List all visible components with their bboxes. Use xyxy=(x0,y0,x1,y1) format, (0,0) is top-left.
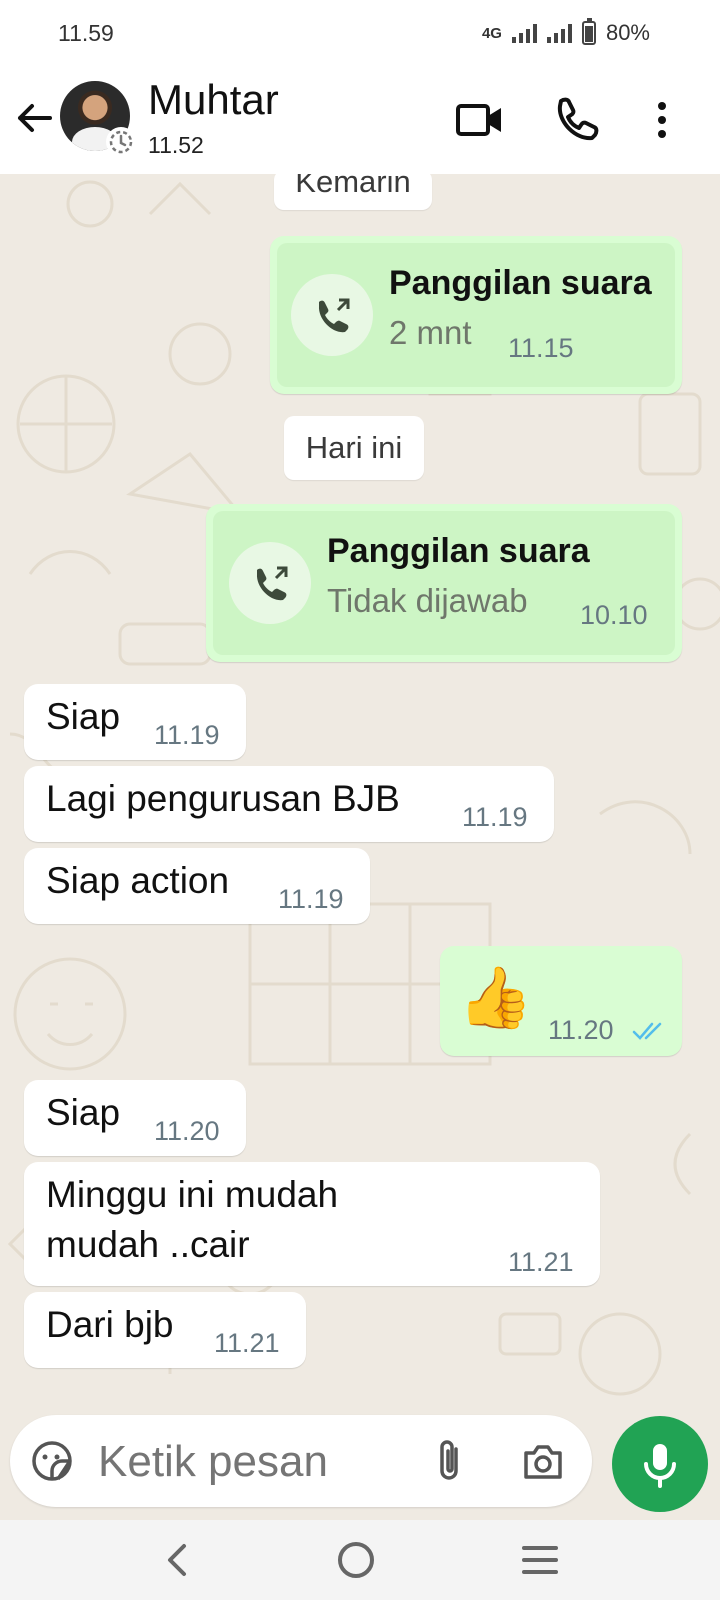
voice-record-button[interactable] xyxy=(612,1416,708,1512)
date-chip-yesterday: Kemarin xyxy=(274,174,432,210)
message-time: 11.19 xyxy=(278,884,344,914)
contact-name[interactable]: Muhtar xyxy=(148,76,279,124)
status-bar: 11.59 4G 80% xyxy=(0,0,720,68)
call-duration: 2 mnt xyxy=(389,314,472,351)
date-chip-label: Kemarin xyxy=(295,174,411,199)
message-input[interactable] xyxy=(96,1433,400,1491)
outgoing-message[interactable]: 👍 11.20 xyxy=(440,946,682,1056)
message-time: 11.19 xyxy=(154,720,220,750)
status-indicators: 4G 80% xyxy=(481,18,650,46)
system-nav-bar xyxy=(0,1520,720,1600)
call-title: Panggilan suara xyxy=(327,532,590,570)
message-text: Siap xyxy=(46,1092,121,1133)
signal-icon xyxy=(546,23,572,43)
sticker-icon[interactable] xyxy=(30,1439,74,1483)
contact-last-seen: 11.52 xyxy=(148,132,204,158)
chat-header: Muhtar 11.52 xyxy=(0,68,720,174)
message-time: 11.20 xyxy=(154,1116,220,1146)
signal-icon xyxy=(511,23,537,43)
call-icon-circle xyxy=(229,542,311,624)
call-title: Panggilan suara xyxy=(389,264,652,302)
incoming-message[interactable]: Lagi pengurusan BJB 11.19 xyxy=(24,766,554,842)
message-text: Siap xyxy=(46,696,121,737)
battery-icon xyxy=(581,18,596,45)
call-outgoing-icon xyxy=(256,566,288,601)
message-composer xyxy=(10,1415,592,1507)
message-time: 10.10 xyxy=(580,600,648,630)
date-chip-today: Hari ini xyxy=(284,416,424,480)
voice-call-icon[interactable] xyxy=(548,92,604,148)
nav-recents-icon[interactable] xyxy=(520,1542,560,1578)
thumbs-up-emoji: 👍 xyxy=(458,964,533,1031)
incoming-message[interactable]: Siap action 11.19 xyxy=(24,848,370,924)
call-missed-status: Tidak dijawab xyxy=(327,582,528,619)
incoming-message[interactable]: Dari bjb 11.21 xyxy=(24,1292,306,1368)
mic-icon xyxy=(644,1444,676,1488)
back-arrow-icon[interactable] xyxy=(14,98,54,138)
attach-icon[interactable] xyxy=(428,1439,472,1483)
more-options-icon[interactable] xyxy=(634,92,690,148)
message-time: 11.15 xyxy=(508,333,574,363)
disappearing-timer-icon xyxy=(106,127,136,157)
call-outgoing-icon xyxy=(318,298,350,333)
chat-area[interactable]: Kemarin Panggilan suara 2 mnt 11.15 Hari… xyxy=(0,174,720,1416)
camera-icon[interactable] xyxy=(520,1439,566,1483)
message-text: Siap action xyxy=(46,860,230,901)
status-time: 11.59 xyxy=(58,20,114,46)
message-text-line: mudah ..cair xyxy=(46,1224,250,1265)
incoming-message[interactable]: Siap 11.20 xyxy=(24,1080,246,1156)
double-check-icon xyxy=(632,1022,662,1040)
message-text-line: Minggu ini mudah xyxy=(46,1174,339,1215)
incoming-message[interactable]: Minggu ini mudah mudah ..cair 11.21 xyxy=(24,1162,600,1286)
network-type: 4G xyxy=(481,24,502,42)
nav-home-icon[interactable] xyxy=(334,1538,378,1582)
call-icon-circle xyxy=(291,274,373,356)
message-time: 11.20 xyxy=(548,1015,614,1045)
incoming-message[interactable]: Siap 11.19 xyxy=(24,684,246,760)
message-text: Dari bjb xyxy=(46,1304,174,1345)
call-message-bubble[interactable]: Panggilan suara Tidak dijawab 10.10 xyxy=(206,504,682,662)
message-text: Lagi pengurusan BJB xyxy=(46,778,400,819)
date-chip-label: Hari ini xyxy=(305,430,403,465)
message-time: 11.19 xyxy=(462,802,528,832)
message-time: 11.21 xyxy=(508,1247,574,1277)
battery-percent: 80% xyxy=(605,20,650,45)
call-message-bubble[interactable]: Panggilan suara 2 mnt 11.15 xyxy=(270,236,682,394)
message-time: 11.21 xyxy=(214,1328,280,1358)
video-call-icon[interactable] xyxy=(452,92,508,148)
nav-back-icon[interactable] xyxy=(160,1540,194,1580)
